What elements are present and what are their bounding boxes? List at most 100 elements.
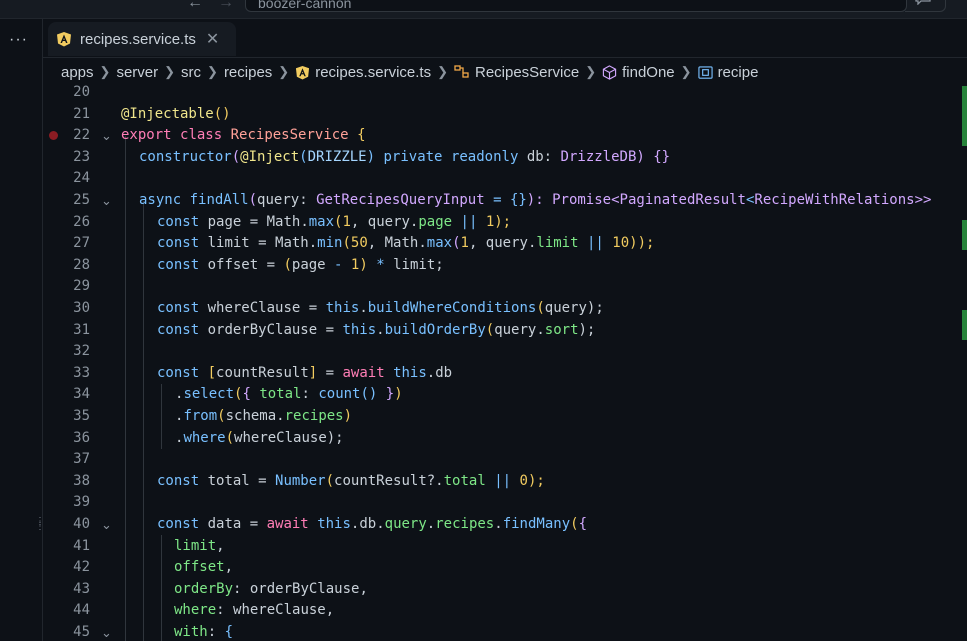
code-text: @Injectable() [121,105,231,122]
chevron-right-icon: ❯ [207,64,218,79]
breadcrumb: apps ❯ server ❯ src ❯ recipes ❯ recipes.… [61,62,758,82]
code-line: 25 ⌄ async findAll(query: GetRecipesQuer… [43,190,967,211]
code-line: 21 @Injectable() [43,104,967,125]
tab-recipes-service[interactable]: recipes.service.ts ✕ [48,22,236,56]
code-text: .from(schema.recipes) [175,408,353,424]
code-editor[interactable]: 20 21 @Injectable() 22 ⌄ export class Re… [43,82,967,641]
line-number: 40 [73,516,90,532]
line-number: 33 [73,364,90,381]
chevron-right-icon: ❯ [99,64,111,79]
code-line: 44 where: whereClause, [43,600,967,621]
code-line: 26 const page = Math.max(1, query.page |… [43,212,967,233]
line-number: 22 [73,127,90,144]
line-number: 25 [73,192,90,208]
code-line: 27 const limit = Math.min(50, Math.max(1… [43,233,967,254]
chat-icon-button[interactable] [905,0,946,12]
code-line: 35 .from(schema.recipes) [43,406,967,427]
chevron-right-icon: ❯ [164,64,176,79]
chevron-right-icon: ❯ [437,64,448,79]
line-number: 41 [73,537,90,554]
back-arrow-icon[interactable]: ← [187,0,203,12]
code-text: const whereClause = this.buildWhereCondi… [157,300,604,316]
line-number: 20 [73,84,90,100]
line-number: 26 [73,213,90,230]
chevron-down-icon[interactable]: ⌄ [101,193,112,209]
chevron-down-icon[interactable]: ⌄ [101,517,112,533]
breadcrumb-item[interactable]: apps [61,64,94,81]
code-line: 20 [43,82,967,103]
code-text: async findAll(query: GetRecipesQueryInpu… [139,192,932,208]
line-number: 45 [73,624,90,640]
line-number: 27 [73,235,90,252]
code-text: .where(whereClause); [175,429,344,446]
chat-icon [915,0,931,5]
code-line: 32 [43,341,967,362]
code-text: export class RecipesService { [121,127,366,144]
minimap-change-marker [962,220,967,250]
line-number: 44 [73,602,90,619]
chevron-down-icon[interactable]: ⌄ [101,128,112,144]
breadcrumb-item[interactable]: findOne [622,64,675,81]
breadcrumb-item[interactable]: RecipesService [475,64,579,81]
code-text: const total = Number(countResult?.total … [157,472,545,489]
search-text: boozer-cannon [258,0,352,11]
breadcrumb-item[interactable]: recipe [718,64,759,81]
code-line: 30 const whereClause = this.buildWhereCo… [43,298,967,319]
breadcrumb-item[interactable]: server [116,64,158,81]
line-number: 21 [73,105,90,122]
code-text: const limit = Math.min(50, Math.max(1, q… [157,235,655,252]
more-actions-icon[interactable]: ··· [9,31,28,49]
line-number: 34 [73,386,90,403]
line-number: 42 [73,559,90,576]
code-line: 36 .where(whereClause); [43,428,967,449]
breadcrumb-item[interactable]: src [181,64,201,81]
code-line: 43 orderBy: orderByClause, [43,579,967,600]
variable-icon [697,65,713,79]
code-text: const [countResult] = await this.db [157,364,453,381]
code-line: 22 ⌄ export class RecipesService { [43,125,967,146]
code-line: 45 ⌄ with: { [43,622,967,641]
side-panel-strip: ··· ⋮ ⋮ [0,19,45,641]
code-text: offset, [174,559,234,576]
code-line: 37 [43,449,967,470]
code-line: 41 limit, [43,536,967,557]
line-number: 24 [73,170,90,187]
line-number: 32 [73,343,90,360]
command-center-search[interactable]: boozer-cannon [245,0,907,12]
code-line: 34 .select({ total: count() }) [43,384,967,405]
breadcrumb-item[interactable]: recipes [224,64,272,81]
breadcrumb-item[interactable]: recipes.service.ts [315,64,431,81]
line-number: 28 [73,256,90,273]
code-line: 29 [43,276,967,297]
code-text: where: whereClause, [174,602,335,619]
line-number: 30 [73,300,90,316]
line-number: 23 [73,148,90,165]
line-number: 35 [73,408,90,424]
chevron-right-icon: ❯ [680,64,692,79]
code-line: 39 [43,492,967,513]
line-number: 43 [73,580,90,597]
code-text: limit, [174,537,225,554]
code-text: with: { [174,624,234,640]
code-text: .select({ total: count() }) [175,386,403,403]
code-text: constructor(@Inject(DRIZZLE) private rea… [139,148,671,165]
chevron-right-icon: ❯ [278,64,290,79]
minimap-change-marker [962,86,967,146]
line-number: 39 [73,494,90,511]
code-line: 38 const total = Number(countResult?.tot… [43,471,967,492]
chevron-down-icon[interactable]: ⌄ [101,625,112,641]
code-line: 40 ⌄ const data = await this.db.query.re… [43,514,967,535]
close-icon[interactable]: ✕ [206,29,219,49]
line-number: 36 [73,429,90,446]
method-icon [602,64,617,80]
code-line: 28 const offset = (page - 1) * limit; [43,255,967,276]
code-line: 23 constructor(@Inject(DRIZZLE) private … [43,147,967,168]
line-number: 38 [73,472,90,489]
minimap-change-marker [962,310,967,340]
forward-arrow-icon[interactable]: → [218,0,234,12]
code-line: 31 const orderByClause = this.buildOrder… [43,320,967,341]
code-text: const data = await this.db.query.recipes… [157,516,587,532]
line-number: 29 [73,278,90,295]
title-bar: ← → boozer-cannon [0,0,967,19]
code-line: 24 [43,168,967,189]
